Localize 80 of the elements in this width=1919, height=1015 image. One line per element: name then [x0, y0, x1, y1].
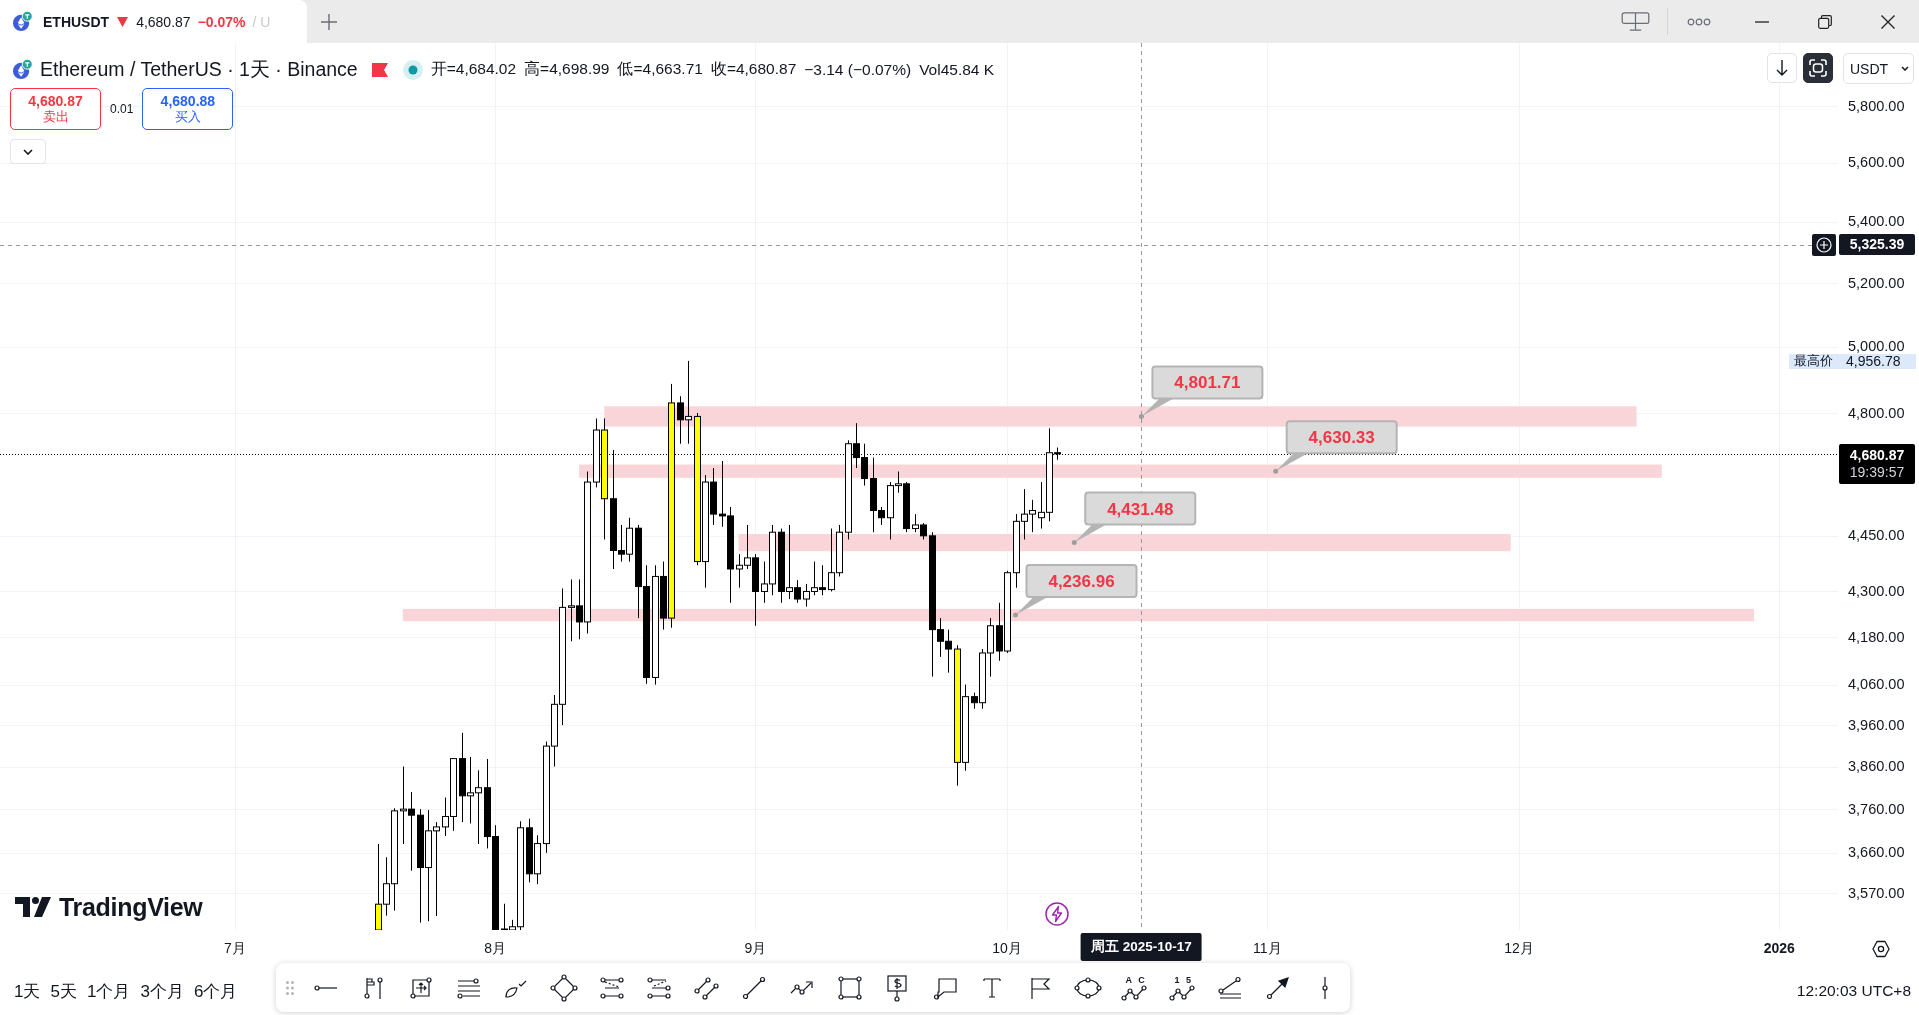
clock-time: 12:20:03 UTC+8 [1796, 982, 1911, 1000]
zigzag-icon [1121, 984, 1150, 1001]
time-tick-label: 2026 [1763, 940, 1795, 956]
brand-name: TradingView [59, 893, 203, 921]
coin-icon [12, 11, 33, 32]
price-tick-label: 3,960.00 [1848, 718, 1905, 732]
settings-icon[interactable] [1871, 939, 1890, 958]
time-tick-label: 11月 [1253, 940, 1282, 956]
crosshair-date-tag: 周五 2025-10-17 [1081, 933, 1202, 961]
minimize-icon[interactable] [1754, 20, 1769, 23]
last-price-tag: 4,680.87 19:39:57 [1839, 443, 1915, 484]
price-tick-label: 4,450.00 [1848, 529, 1905, 543]
wave-tool-button[interactable]: 1 5 [1162, 967, 1203, 1008]
logo-mark-icon [15, 897, 51, 917]
price-tick-label: 4,800.00 [1848, 406, 1905, 420]
ohlc-value: 低=4,663.71 [617, 59, 703, 79]
sell-button[interactable]: 4,680.87 卖出 [10, 88, 101, 130]
buy-button[interactable]: 4,680.88 买入 [142, 88, 234, 130]
price-tick-label: 3,760.00 [1848, 802, 1905, 816]
price-tick-label: 4,060.00 [1848, 678, 1905, 692]
price-tick-label: 5,200.00 [1848, 276, 1905, 290]
price-tick-label: 5,000.00 [1848, 340, 1905, 354]
price-tick-label: 3,570.00 [1848, 886, 1905, 900]
lightning-icon[interactable] [1045, 902, 1070, 926]
price-callout: 4,431.48 [1071, 491, 1197, 546]
zigzag-icon [1168, 984, 1197, 1001]
crosshair-price-tag: 5,325.39 [1839, 234, 1915, 256]
flag-icon[interactable] [371, 62, 388, 77]
band-label: 4,801.71 [1174, 373, 1241, 393]
scroll-down-button[interactable] [1767, 53, 1797, 83]
plus-icon[interactable] [321, 13, 337, 30]
drag-handle-icon[interactable] [286, 980, 294, 995]
price-tick-label: 3,860.00 [1848, 760, 1905, 774]
timeframe-button[interactable]: 1个月 [82, 975, 135, 1007]
symbol-title[interactable]: Ethereum / TetherUS · 1天 · Binance [40, 56, 358, 83]
price-tick-label: 4,180.00 [1848, 630, 1905, 644]
close-icon[interactable] [1880, 14, 1895, 29]
pattern-tool-button[interactable]: A C [1115, 967, 1156, 1008]
price-callout: 4,801.71 [1138, 365, 1264, 419]
ohlc-value: 高=4,698.99 [524, 59, 610, 79]
time-tick-label: 12月 [1504, 940, 1534, 956]
ref-line-label: 4,680.87 [1849, 446, 1905, 464]
price-tick-label: 5,600.00 [1848, 156, 1905, 170]
time-tick-label: 10月 [992, 940, 1022, 956]
high-price-label: 4,956.78 [1838, 353, 1916, 369]
price-tick-label: 5,400.00 [1848, 215, 1905, 229]
timeframe-button[interactable]: 1天 [10, 975, 45, 1007]
time-tick-label: 7月 [224, 940, 246, 956]
ohlc-value: Vol45.84 K [919, 60, 995, 79]
more-icon[interactable] [1687, 17, 1711, 26]
rectangle-icon[interactable] [835, 973, 864, 1002]
time-tick-label: 9月 [744, 940, 767, 956]
price-callout: 4,236.96 [1013, 564, 1138, 618]
ohlc-value: 开=4,684.02 [430, 59, 517, 79]
band-label: 4,236.96 [1048, 572, 1115, 592]
ohlc-value: 收=4,680.87 [710, 59, 797, 79]
coin-icon [12, 59, 33, 80]
frame-button[interactable] [1803, 53, 1833, 83]
collapse-button[interactable] [10, 139, 46, 164]
price-callout: 4,630.33 [1273, 420, 1398, 474]
status-dot-icon [402, 59, 423, 80]
currency-dropdown[interactable]: USDT [1843, 53, 1914, 84]
spread-value: 0.01 [110, 102, 134, 116]
timeframe-button[interactable]: 5天 [46, 975, 81, 1007]
chevron-down-icon [23, 148, 33, 155]
band-label: 4,630.33 [1308, 428, 1375, 448]
frame-icon [1809, 59, 1827, 77]
price-tick-label: 4,300.00 [1848, 584, 1905, 598]
ohlc-value: −3.14 (−0.07%) [804, 60, 912, 79]
timeframe-button[interactable]: 3个月 [136, 975, 188, 1007]
restore-icon[interactable] [1817, 14, 1832, 29]
band-label: 4,431.48 [1107, 499, 1174, 519]
display-icon[interactable] [1621, 12, 1650, 31]
chevron-down-icon [1901, 66, 1909, 71]
high-price-caption: 最高价 [1789, 353, 1838, 369]
price-tick-label: 5,800.00 [1848, 99, 1905, 113]
price-tick-label: 3,660.00 [1848, 846, 1905, 860]
time-tick-label: 8月 [484, 940, 507, 956]
down-arrow-icon [1776, 60, 1788, 76]
timeframe-button[interactable]: 6个月 [189, 975, 242, 1007]
